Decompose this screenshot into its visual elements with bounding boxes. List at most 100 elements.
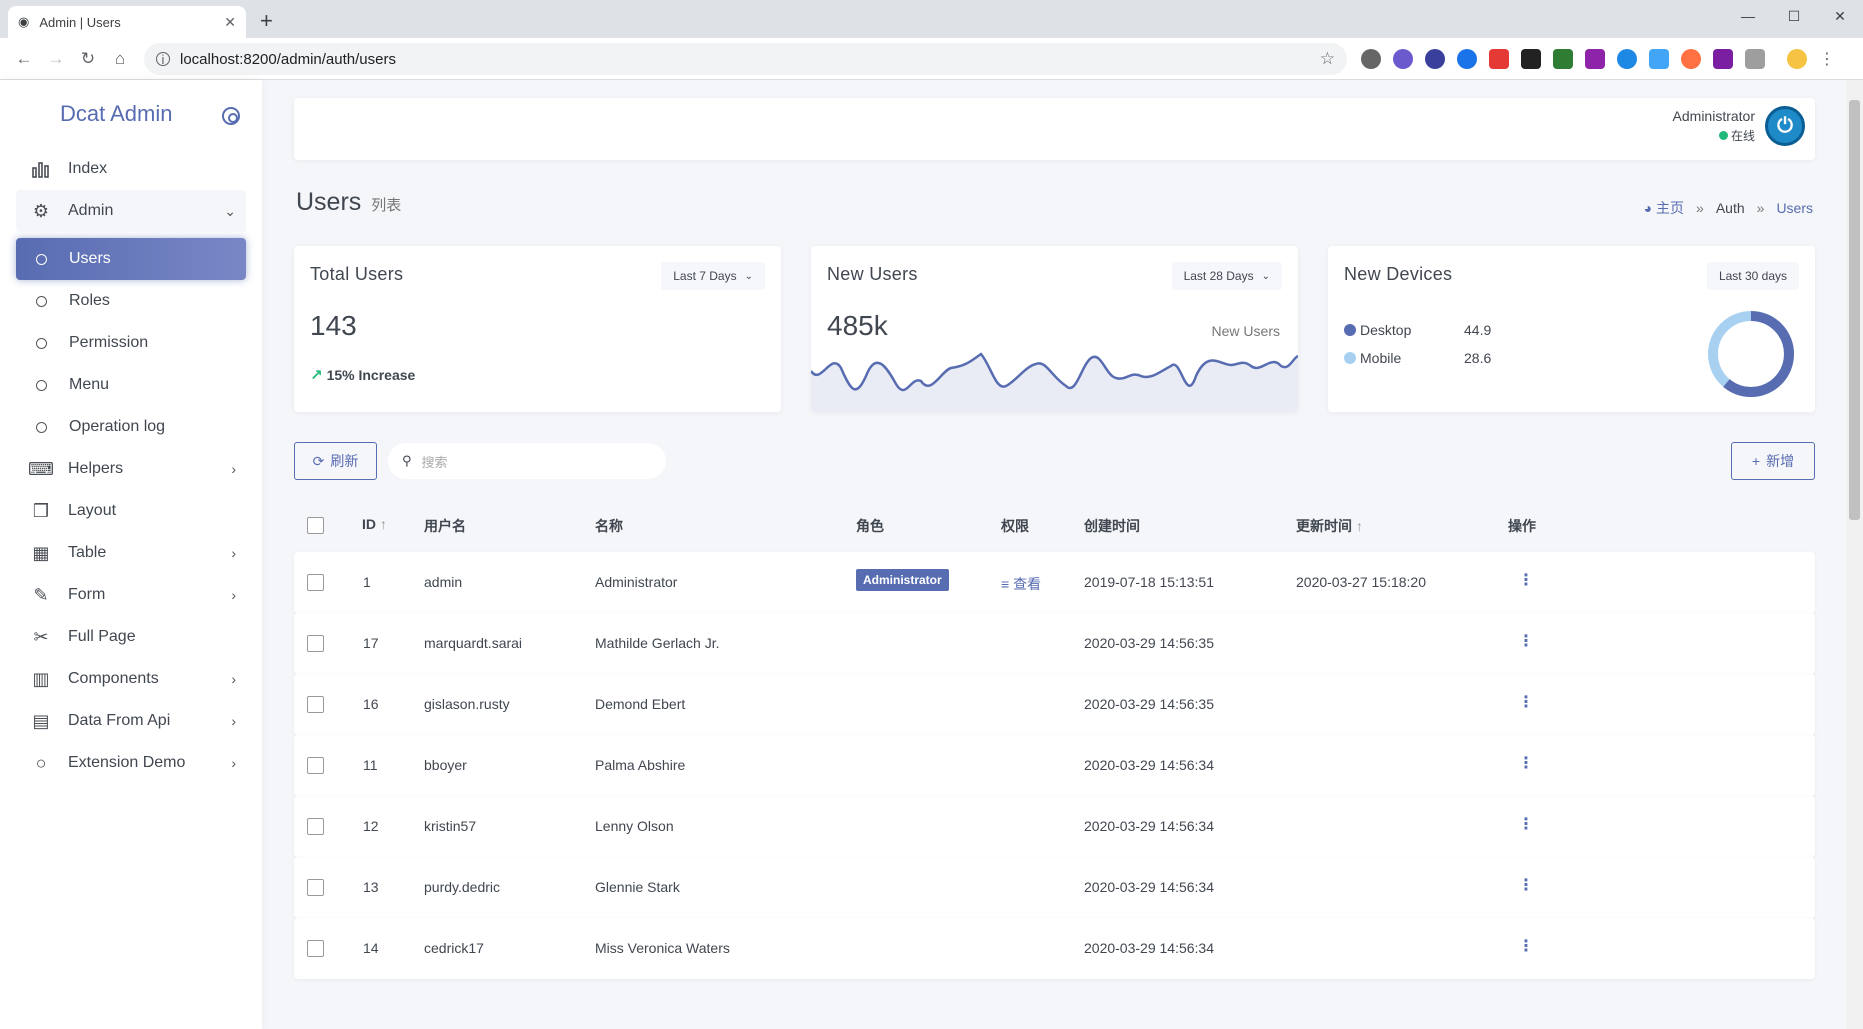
cubes-icon: ❒ [32,500,50,521]
sidebar-item-form[interactable]: ✎ Form › [16,574,246,616]
extension-icon[interactable] [1393,49,1413,69]
row-actions-icon[interactable]: ⋮ [1518,570,1534,590]
table-row[interactable]: 13 purdy.dedric Glennie Stark 2020-03-29 14… [294,857,1815,918]
row-checkbox[interactable] [307,879,324,896]
breadcrumb-auth[interactable]: Auth [1716,200,1745,216]
minimize-button[interactable]: — [1725,0,1771,32]
scrollbar-thumb[interactable] [1849,100,1860,520]
extension-icon[interactable] [1425,49,1445,69]
select-all-checkbox[interactable] [307,517,324,534]
row-actions-icon[interactable]: ⋮ [1518,692,1534,712]
address-bar[interactable]: i localhost:8200/admin/auth/users ☆ [144,43,1347,75]
sidebar-item-label: Menu [69,376,110,393]
row-checkbox[interactable] [307,757,324,774]
home-icon[interactable]: ⌂ [104,43,136,75]
chevron-right-icon: › [231,587,236,603]
sidebar-item-extension-demo[interactable]: ○ Extension Demo › [16,742,246,784]
row-checkbox[interactable] [307,696,324,713]
sidebar-item-data-from-api[interactable]: ▤ Data From Api › [16,700,246,742]
profile-avatar-icon[interactable] [1787,49,1807,69]
sidebar-item-layout[interactable]: ❒ Layout [16,490,246,532]
bookmark-star-icon[interactable]: ☆ [1320,49,1335,69]
row-actions-icon[interactable]: ⋮ [1518,936,1534,956]
sidebar-item-admin[interactable]: ⚙ Admin ⌄ [16,190,246,232]
cell-created: 2020-03-29 14:56:35 [1084,635,1214,651]
column-header-updated[interactable]: 更新时间 ↑ [1296,516,1363,536]
browser-tab[interactable]: ◉ Admin | Users ✕ [8,6,246,38]
sidebar-item-helpers[interactable]: ⌨ Helpers › [16,448,246,490]
breadcrumb-home[interactable]: 主页 [1656,198,1684,218]
reload-icon[interactable]: ↻ [72,43,104,75]
extension-icon[interactable] [1521,49,1541,69]
breadcrumb-separator: » [1696,200,1704,216]
extension-icon[interactable] [1553,49,1573,69]
sidebar-item-operation-log[interactable]: Operation log [16,406,246,448]
table-row[interactable]: 11 bboyer Palma Abshire 2020-03-29 14:56:34… [294,735,1815,796]
table-row[interactable]: 1 admin Administrator Administrator ≡ 查看 2019… [294,552,1815,613]
cell-id: 11 [363,757,378,773]
brand-logo-text[interactable]: Dcat Admin [60,101,173,127]
tab-strip: ◉ Admin | Users ✕ + — ☐ ✕ [0,0,1863,38]
row-actions-icon[interactable]: ⋮ [1518,631,1534,651]
extension-icon[interactable] [1649,49,1669,69]
avatar[interactable]: ⏻ [1765,106,1805,146]
sidebar-item-index[interactable]: Index [16,148,246,190]
view-permissions-link[interactable]: ≡ 查看 [1001,574,1041,594]
row-checkbox[interactable] [307,940,324,957]
cell-created: 2020-03-29 14:56:34 [1084,818,1214,834]
table-row[interactable]: 12 kristin57 Lenny Olson 2020-03-29 14:56:3… [294,796,1815,857]
row-actions-icon[interactable]: ⋮ [1518,814,1534,834]
extension-icon[interactable] [1361,49,1381,69]
sidebar-item-table[interactable]: ▦ Table › [16,532,246,574]
forward-arrow-icon[interactable]: → [40,43,72,75]
range-dropdown[interactable]: Last 28 Days ⌄ [1171,262,1282,290]
column-header-id[interactable]: ID ↑ [362,516,387,532]
row-actions-icon[interactable]: ⋮ [1518,753,1534,773]
table-row[interactable]: 14 cedrick17 Miss Veronica Waters 2020-03-2… [294,918,1815,979]
extension-icon[interactable] [1457,49,1477,69]
back-arrow-icon[interactable]: ← [8,43,40,75]
maximize-button[interactable]: ☐ [1771,0,1817,32]
sidebar-item-permission[interactable]: Permission [16,322,246,364]
sidebar-menu: Index ⚙ Admin ⌄ Users Roles Permission M… [0,148,262,784]
range-dropdown[interactable]: Last 30 days [1706,262,1799,290]
sidebar-item-label: Extension Demo [68,754,186,771]
add-button[interactable]: + 新增 [1731,442,1815,480]
extension-icon[interactable] [1745,49,1765,69]
user-panel[interactable]: Administrator 在线 ⏻ [1673,106,1805,146]
search-input[interactable]: ⚲ 搜索 [388,443,666,479]
sidebar-toggle-icon[interactable] [222,107,240,125]
main-content: Administrator 在线 ⏻ Users 列表 ◕ 主页 » Auth … [262,80,1863,1029]
legend-item: Desktop 44.9 [1344,316,1491,344]
sidebar-item-label: Roles [69,292,110,309]
row-checkbox[interactable] [307,635,324,652]
sidebar-item-components[interactable]: ▥ Components › [16,658,246,700]
cell-name: Demond Ebert [595,696,686,712]
browser-menu-icon[interactable]: ⋮ [1819,49,1835,69]
row-checkbox[interactable] [307,574,324,591]
extension-icon[interactable] [1713,49,1733,69]
tab-close-icon[interactable]: ✕ [224,14,236,31]
circle-icon [36,379,47,391]
range-dropdown[interactable]: Last 7 Days ⌄ [661,262,765,290]
cell-id: 16 [363,696,379,712]
sidebar-item-full-page[interactable]: ✂ Full Page [16,616,246,658]
info-icon[interactable]: i [156,52,170,67]
extension-icon[interactable] [1489,49,1509,69]
table-row[interactable]: 17 marquardt.sarai Mathilde Gerlach Jr. 202… [294,613,1815,674]
chevron-down-icon: ⌄ [744,270,753,282]
sidebar-item-users[interactable]: Users [16,238,246,280]
sidebar-item-roles[interactable]: Roles [16,280,246,322]
close-window-button[interactable]: ✕ [1817,0,1863,32]
page-scrollbar[interactable] [1846,80,1863,1029]
row-actions-icon[interactable]: ⋮ [1518,875,1534,895]
refresh-button[interactable]: ⟳ 刷新 [294,442,377,480]
sidebar-item-menu[interactable]: Menu [16,364,246,406]
row-checkbox[interactable] [307,818,324,835]
sidebar-item-label: Admin [68,202,114,219]
table-row[interactable]: 16 gislason.rusty Demond Ebert 2020-03-29 1… [294,674,1815,735]
extension-icon[interactable] [1585,49,1605,69]
extension-icon[interactable] [1617,49,1637,69]
extension-icon[interactable] [1681,49,1701,69]
new-tab-button[interactable]: + [260,10,273,32]
